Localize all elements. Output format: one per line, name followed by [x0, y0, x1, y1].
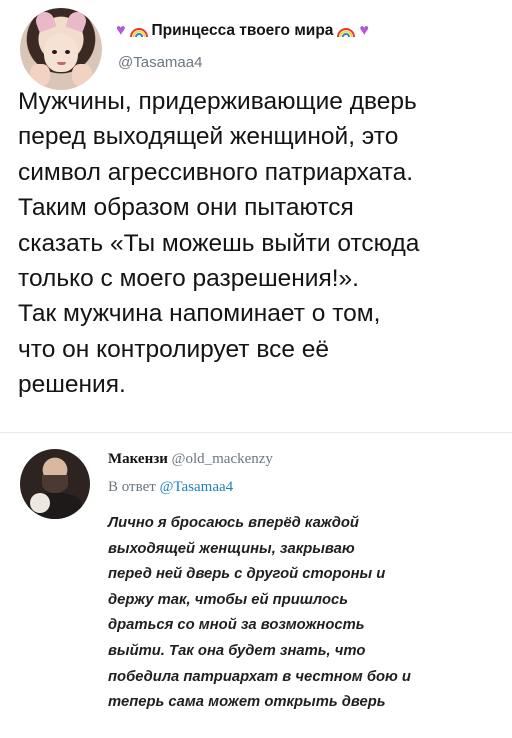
display-name-row[interactable]: ♥ Принцесса твоего мира ♥ — [116, 22, 369, 40]
display-name: Принцесса твоего мира — [151, 22, 334, 39]
avatar-eye — [52, 50, 57, 54]
user-handle: @old_mackenzy — [171, 451, 273, 467]
purple-heart-icon: ♥ — [359, 22, 369, 39]
purple-heart-icon: ♥ — [116, 22, 126, 39]
avatar-beard — [42, 475, 68, 493]
reply-to-link[interactable]: @Tasamaa4 — [160, 479, 234, 495]
rainbow-icon — [337, 28, 356, 38]
reply-author[interactable]: Макензи @old_mackenzy — [108, 451, 273, 468]
avatar[interactable] — [20, 8, 102, 90]
avatar-dog — [30, 493, 50, 513]
cat-ear-icon — [65, 9, 89, 33]
reply-context: В ответ @Tasamaa4 — [108, 479, 233, 496]
tweet-text: Мужчины, придерживающие дверь перед выхо… — [18, 88, 420, 399]
cat-ear-icon — [33, 9, 57, 33]
avatar-hand — [72, 64, 92, 86]
avatar-eye — [65, 50, 70, 54]
rainbow-icon — [129, 28, 148, 38]
display-name: Макензи — [108, 451, 168, 467]
original-tweet: ♥ Принцесса твоего мира ♥ @Tasamaa4 Мужч… — [0, 0, 512, 432]
tweet-text: Лично я бросаюсь вперёд каждой выходящей… — [108, 515, 411, 711]
reply-tweet: Макензи @old_mackenzy В ответ @Tasamaa4 … — [0, 433, 512, 738]
reply-prefix: В ответ — [108, 479, 156, 495]
avatar-hand — [30, 64, 50, 86]
user-handle[interactable]: @Tasamaa4 — [118, 54, 202, 71]
avatar[interactable] — [20, 449, 90, 519]
